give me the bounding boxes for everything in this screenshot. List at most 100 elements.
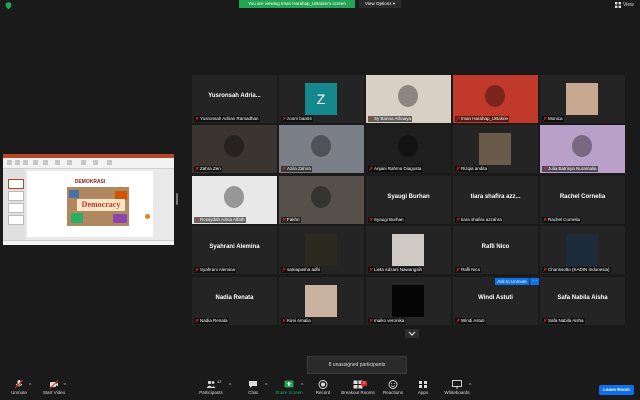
microphone-muted-icon [456,319,460,323]
participant-tile[interactable]: Kirei Amalia [279,277,364,325]
participant-name-label: Fakhri [281,217,301,223]
leave-room-button[interactable]: Leave Room [599,385,634,395]
participant-name-label: satriapasha adhi [281,267,322,273]
video-options-caret[interactable]: ^ [64,383,66,389]
participant-name: Fakhri [287,217,300,222]
microphone-muted-icon [282,117,286,121]
slide-word: Democracy [77,199,125,211]
participant-tile[interactable]: Rafli Nico Rafli Nico [453,226,538,274]
participant-display-name: Yusronsah Adria... [208,93,261,99]
participant-name: Kirei Amalia [287,318,311,323]
participant-tile[interactable]: Zahra Zen [192,125,277,173]
participants-options-caret[interactable]: ^ [229,383,231,389]
shield-icon[interactable] [5,2,12,9]
participant-tile[interactable]: Anjani Rahma Diagosta [366,125,451,173]
split-handle[interactable] [176,193,178,205]
participant-tile[interactable]: maiko veronika [366,277,451,325]
unmute-button[interactable]: Unmute [1,379,37,399]
share-screen-button[interactable]: Share Screen [271,379,307,399]
person-silhouette [224,186,244,208]
powerpoint-status-bar [3,240,174,245]
audio-options-caret[interactable]: ^ [29,383,31,389]
powerpoint-ribbon [3,158,174,169]
participant-video [566,234,598,266]
share-screen-icon [284,380,294,388]
microphone-muted-icon [369,319,373,323]
breakout-rooms-button[interactable]: 1 Breakout Rooms [340,379,376,399]
view-options-button[interactable]: View Options ▾ [359,0,401,8]
viewing-banner: You are viewing Iman Harahap_UBakrie's s… [239,0,355,8]
slide-thumbnail [8,215,24,225]
participant-tile[interactable]: Monica [540,75,625,123]
chat-button[interactable]: Chat [235,379,271,399]
participant-name-label: Zahra Zen [194,166,222,172]
view-button[interactable]: View [615,2,634,8]
chat-options-caret[interactable]: ^ [265,383,267,389]
slide-thumbnail [8,179,24,189]
share-options-caret[interactable]: ^ [301,383,303,389]
whiteboards-options-caret[interactable]: ^ [469,383,471,389]
start-video-button[interactable]: Start Video [36,379,72,399]
whiteboard-icon [452,380,462,389]
participant-tile[interactable]: satriapasha adhi [279,226,364,274]
participant-display-name: Windi Astuti [478,295,513,301]
participant-tile[interactable]: Yusronsah Adria... Yusronsah Adrian Ramad… [192,75,277,123]
participant-name-label: Monica [542,116,564,122]
microphone-muted-icon [195,167,199,171]
microphone-muted-icon [369,117,373,121]
participant-tile[interactable]: Lieta Adzani Nawangsih [366,226,451,274]
participant-name: tiara shafira azzahra [461,217,502,222]
participant-name-label: Charissotto (KADIN Indonesia) [542,267,611,273]
participant-tile[interactable]: Sy Banna Athaaya [366,75,451,123]
whiteboards-button[interactable]: Whiteboards [439,379,475,399]
ask-to-unmute-button[interactable]: Ask to Unmute [495,278,529,285]
participant-tile[interactable]: Nadia Renata Nadia Renata [192,277,277,325]
slide-decoration [145,214,150,219]
participant-tile[interactable]: Rossydah Azkia Alfath [192,176,277,224]
microphone-muted-icon [282,319,286,323]
participant-tile[interactable]: Azila Zahira [279,125,364,173]
participant-tile[interactable]: Julia Batrisya Nuramalia [540,125,625,173]
person-silhouette [398,85,418,107]
record-button[interactable]: Record [305,379,341,399]
participant-name: Syaugi Burhan [374,217,404,222]
participant-name: Zahra Zen [200,166,221,171]
participant-name: Rizqia andita [461,166,488,171]
unmute-label: Unmute [11,390,27,395]
microphone-muted-icon [456,268,460,272]
participant-tile[interactable]: Rizqia andita [453,125,538,173]
participant-tile[interactable]: Charissotto (KADIN Indonesia) [540,226,625,274]
more-options-button[interactable]: ··· [530,278,539,285]
participants-button[interactable]: 42 Participants [193,379,229,399]
participant-name: Charissotto (KADIN Indonesia) [548,267,610,272]
chevron-down-icon[interactable] [405,329,419,338]
participant-name-label: Iman Harahap_UBakrie [455,116,510,122]
participant-tile[interactable]: Syaugi Burhan Syaugi Burhan [366,176,451,224]
participant-name: Azila Zahira [287,166,311,171]
participant-name: Rossydah Azkia Alfath [200,217,245,222]
participant-tile[interactable]: Safa Nabila Aisha Safa Nabila Aisha [540,277,625,325]
microphone-muted-icon [195,268,199,272]
participant-name: Anjani Rahma Diagosta [374,166,422,171]
meeting-toolbar: Unmute ^ Start Video ^ 42 Participants ^… [0,377,640,400]
participant-count: 42 [217,379,222,384]
participant-tile[interactable]: Zzoom baa04 [279,75,364,123]
participant-tile[interactable]: Syahrani Alemina Syahrani Alemina [192,226,277,274]
participant-tile[interactable]: Rachel Cornelia Rachel Cornelia [540,176,625,224]
participant-video [305,234,337,266]
record-icon [318,380,328,389]
participant-tile[interactable]: tiara shafira azz... tiara shafira azzahr… [453,176,538,224]
participant-name: Julia Batrisya Nuramalia [548,166,597,171]
participant-video [479,133,511,165]
participant-name-label: Syaugi Burhan [368,217,405,223]
apps-button[interactable]: Apps [405,379,441,399]
unassigned-participants-notice[interactable]: 8 unassigned participants [307,356,407,374]
participant-name-label: Syahrani Alemina [194,267,237,273]
participants-icon [206,380,216,388]
participant-tile[interactable]: Fakhri [279,176,364,224]
participant-name: Windi Astuti [461,318,485,323]
shared-screen[interactable]: DEMOKRASI Democracy [3,154,174,245]
microphone-muted-icon [543,268,547,272]
microphone-muted-icon [282,218,286,222]
participant-tile[interactable]: Iman Harahap_UBakrie [453,75,538,123]
